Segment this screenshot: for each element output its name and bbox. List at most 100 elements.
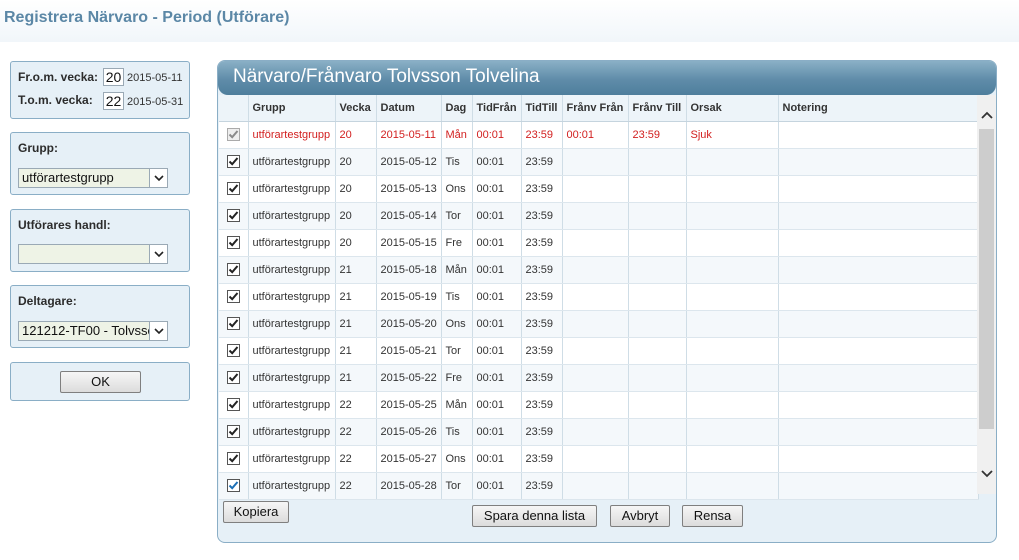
participant-select[interactable]: 121212-TF00 - Tolvsson [18,321,168,341]
row-checkbox[interactable] [226,371,240,384]
to-week-label: T.o.m. vecka: [18,93,93,107]
handler-panel: Utförares handl: [10,209,190,272]
column-header-orsak[interactable]: Orsak [686,95,779,122]
from-week-label: Fr.o.m. vecka: [18,70,99,84]
panel-title: Närvaro/Frånvaro Tolvsson Tolvelina [233,66,540,87]
cell-grupp: utförartestgrupp [248,364,336,392]
cell-franvtill [628,256,687,284]
table-row[interactable]: utförartestgrupp 21 2015-05-19 Tis 00:01 23:5… [219,283,979,311]
cell-franvtill [628,202,687,230]
cell-vecka: 20 [335,121,377,149]
cell-datum: 2015-05-25 [376,391,442,419]
column-header-tidtill[interactable]: TidTill [521,95,563,122]
column-header-grupp[interactable]: Grupp [248,95,336,122]
row-checkbox[interactable] [226,263,240,276]
row-checkbox[interactable] [226,398,240,411]
table-row[interactable]: utförartestgrupp 22 2015-05-27 Ons 00:01 23:5… [219,445,979,473]
cell-franvfran [562,418,629,446]
cell-franvtill: 23:59 [628,121,687,149]
cell-datum: 2015-05-14 [376,202,442,230]
chevron-down-icon[interactable] [977,459,996,489]
cancel-button[interactable]: Avbryt [610,505,670,527]
handler-select[interactable] [18,244,168,264]
row-select-cell [219,202,249,230]
table-row[interactable]: utförartestgrupp 21 2015-05-22 Fre 00:01 23:5… [219,364,979,392]
row-checkbox[interactable] [226,209,240,222]
cell-vecka: 20 [335,202,377,230]
to-week-input[interactable]: 22 [103,92,124,110]
cell-dag: Mån [441,256,473,284]
chevron-down-icon[interactable] [149,322,167,340]
row-select-cell [219,337,249,365]
row-checkbox[interactable] [226,182,240,195]
row-checkbox[interactable] [226,290,240,303]
table-row[interactable]: utförartestgrupp 20 2015-05-12 Tis 00:01 23:5… [219,148,979,176]
cell-franvfran [562,337,629,365]
row-checkbox[interactable] [226,317,240,330]
group-panel: Grupp: utförartestgrupp [10,132,190,195]
table-row[interactable]: utförartestgrupp 21 2015-05-18 Mån 00:01 23:5… [219,256,979,284]
group-select[interactable]: utförartestgrupp [18,168,168,188]
table-row[interactable]: utförartestgrupp 22 2015-05-25 Mån 00:01 23:5… [219,391,979,419]
column-header-dag[interactable]: Dag [441,95,473,122]
cell-orsak [686,445,779,473]
cell-tidtill: 23:59 [521,445,563,473]
checkmark-icon [228,346,239,355]
cell-tidtill: 23:59 [521,256,563,284]
column-header-vecka[interactable]: Vecka [335,95,377,122]
cell-tidfran: 00:01 [472,364,522,392]
to-date: 2015-05-31 [127,96,184,108]
copy-button[interactable]: Kopiera [223,501,289,523]
table-row[interactable]: utförartestgrupp 22 2015-05-26 Tis 00:01 23:5… [219,418,979,446]
checkmark-icon [228,130,239,139]
table-row[interactable]: utförartestgrupp 22 2015-05-28 Tor 00:01 23:5… [219,472,979,500]
column-header-franvfran[interactable]: Frånv Från [562,95,629,122]
from-week-input[interactable]: 20 [103,68,124,86]
table-row[interactable]: utförartestgrupp 21 2015-05-21 Tor 00:01 23:5… [219,337,979,365]
cell-franvfran [562,310,629,338]
row-checkbox[interactable] [226,479,240,492]
row-checkbox[interactable] [226,344,240,357]
table-scrollbar[interactable] [977,95,996,494]
cell-vecka: 22 [335,418,377,446]
chevron-down-icon[interactable] [149,169,167,187]
cell-dag: Tor [441,337,473,365]
cell-tidtill: 23:59 [521,229,563,257]
cell-franvfran [562,364,629,392]
row-checkbox[interactable] [226,236,240,249]
table-row[interactable]: utförartestgrupp 20 2015-05-15 Fre 00:01 23:5… [219,229,979,257]
cell-dag: Mån [441,121,473,149]
table-row[interactable]: utförartestgrupp 21 2015-05-20 Ons 00:01 23:5… [219,310,979,338]
cell-vecka: 21 [335,283,377,311]
row-checkbox[interactable] [226,425,240,438]
row-select-cell [219,310,249,338]
cell-vecka: 20 [335,229,377,257]
row-select-cell [219,283,249,311]
save-list-button[interactable]: Spara denna lista [472,505,597,527]
cell-datum: 2015-05-18 [376,256,442,284]
cell-tidtill: 23:59 [521,283,563,311]
column-header-franvtill[interactable]: Frånv Till [628,95,687,122]
chevron-up-icon[interactable] [977,100,996,130]
table-row[interactable]: utförartestgrupp 20 2015-05-11 Mån 00:01 23:5… [219,121,979,149]
table-row[interactable]: utförartestgrupp 20 2015-05-13 Ons 00:01 23:5… [219,175,979,203]
cell-dag: Ons [441,445,473,473]
from-date: 2015-05-11 [127,72,183,84]
cell-tidfran: 00:01 [472,202,522,230]
cell-dag: Tis [441,148,473,176]
cell-grupp: utförartestgrupp [248,283,336,311]
ok-button[interactable]: OK [60,371,141,393]
cell-notering [778,283,979,311]
row-checkbox[interactable] [226,452,240,465]
row-checkbox[interactable] [226,155,240,168]
column-header-notering[interactable]: Notering [778,95,979,122]
cell-franvfran: 00:01 [562,121,629,149]
table-row[interactable]: utförartestgrupp 20 2015-05-14 Tor 00:01 23:5… [219,202,979,230]
column-header-tidfran[interactable]: TidFrån [472,95,522,122]
clear-button[interactable]: Rensa [682,505,743,527]
scrollbar-thumb[interactable] [979,129,994,429]
row-select-cell [219,472,249,500]
column-header-datum[interactable]: Datum [376,95,442,122]
chevron-down-icon[interactable] [149,245,167,263]
cell-tidfran: 00:01 [472,472,522,500]
